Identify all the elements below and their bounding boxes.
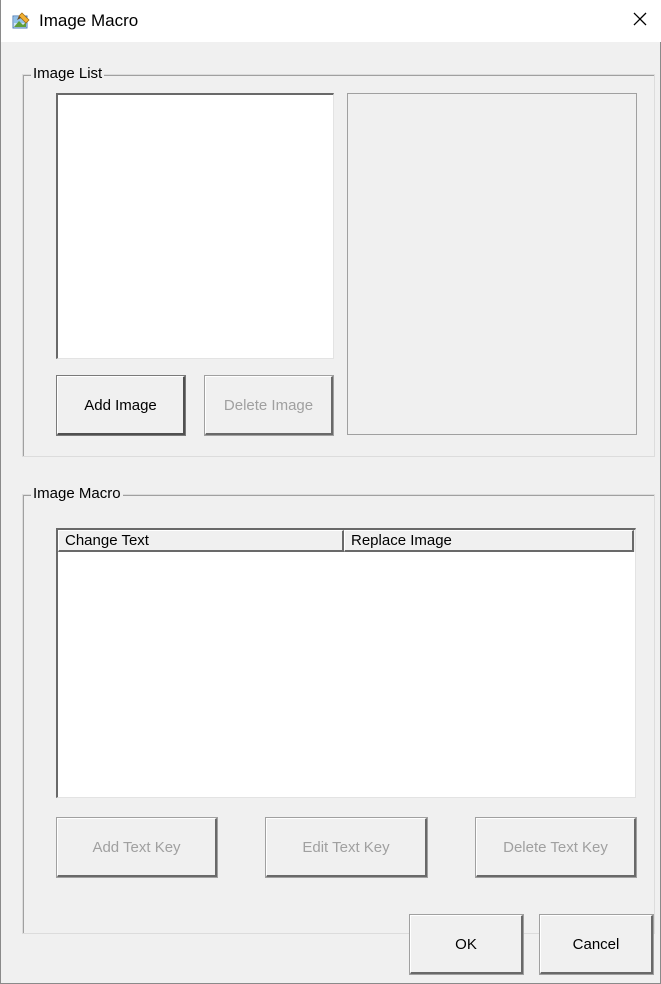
image-macro-dialog: Image Macro Image List Add Image Delete …: [0, 0, 661, 984]
add-image-button-label: Add Image: [84, 396, 157, 414]
add-image-button[interactable]: Add Image: [56, 375, 186, 436]
close-button[interactable]: [618, 0, 661, 42]
image-listbox[interactable]: [56, 93, 334, 359]
add-text-key-button[interactable]: Add Text Key: [56, 817, 218, 878]
cancel-button[interactable]: Cancel: [539, 914, 654, 975]
image-macro-group-label: Image Macro: [31, 485, 123, 503]
column-header-change-text[interactable]: Change Text: [58, 530, 344, 552]
text-key-listview[interactable]: Change Text Replace Image: [56, 528, 636, 798]
delete-text-key-button[interactable]: Delete Text Key: [475, 817, 637, 878]
column-header-replace-image[interactable]: Replace Image: [344, 530, 634, 552]
add-text-key-button-label: Add Text Key: [92, 838, 181, 856]
title-bar[interactable]: Image Macro: [1, 0, 661, 42]
delete-image-button[interactable]: Delete Image: [204, 375, 334, 436]
window-title: Image Macro: [39, 11, 139, 30]
listview-header: Change Text Replace Image: [58, 530, 635, 552]
image-macro-app-icon: [11, 11, 31, 31]
ok-button-label: OK: [455, 935, 477, 953]
image-list-group-label: Image List: [31, 65, 105, 83]
image-preview-pane: [347, 93, 637, 435]
cancel-button-label: Cancel: [572, 935, 620, 953]
delete-text-key-button-label: Delete Text Key: [503, 838, 608, 856]
edit-text-key-button-label: Edit Text Key: [302, 838, 390, 856]
edit-text-key-button[interactable]: Edit Text Key: [265, 817, 428, 878]
close-icon: [632, 11, 648, 31]
delete-image-button-label: Delete Image: [223, 396, 314, 414]
ok-button[interactable]: OK: [409, 914, 524, 975]
